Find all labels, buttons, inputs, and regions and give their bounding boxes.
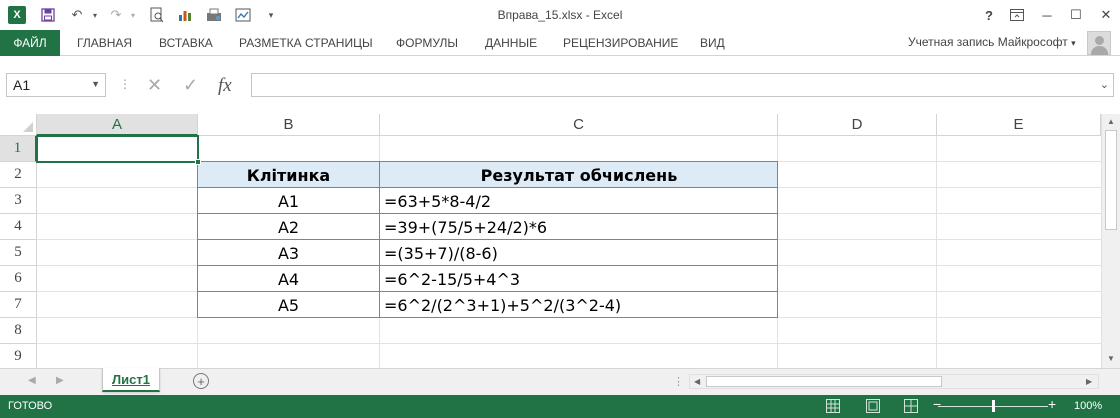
avatar[interactable] <box>1087 31 1111 55</box>
select-all-triangle-icon <box>23 122 33 132</box>
cell-c7[interactable]: =6^2/(2^3+1)+5^2/(3^2-4) <box>380 292 778 318</box>
zoom-level[interactable]: 100% <box>1074 400 1102 412</box>
scroll-up-icon[interactable]: ▲ <box>1107 117 1115 126</box>
tab-view[interactable]: ВИД <box>700 36 725 50</box>
cell-b2[interactable]: Клітинка <box>198 162 379 188</box>
cell-c2[interactable]: Результат обчислень <box>380 162 778 188</box>
tab-splitter-icon[interactable]: ⋮ <box>673 375 684 388</box>
expand-formula-bar-icon[interactable]: ⌄ <box>1100 78 1109 91</box>
sheet-nav-prev-icon[interactable]: ◀ <box>28 375 36 386</box>
active-cell-selection[interactable] <box>36 135 199 163</box>
maximize-icon[interactable]: ☐ <box>1064 4 1088 26</box>
title-bar: X ↶ ▾ ↷ ▾ ▾ Вправа_15.xlsx - Excel ? ─ ☐… <box>0 0 1120 30</box>
enter-icon[interactable]: ✓ <box>183 75 198 96</box>
tab-file[interactable]: ФАЙЛ <box>0 30 60 56</box>
formula-bar-splitter[interactable]: ⋮ <box>119 77 131 91</box>
add-sheet-icon[interactable]: + <box>193 373 209 389</box>
horizontal-scrollbar[interactable]: ◀ ▶ <box>689 374 1099 389</box>
formula-bar: A1 ▼ ⋮ ✕ ✓ fx ⌄ <box>0 56 1120 114</box>
horizontal-scroll-thumb[interactable] <box>706 376 942 387</box>
name-box[interactable]: A1 ▼ <box>6 73 106 97</box>
minimize-icon[interactable]: ─ <box>1035 4 1059 26</box>
row-header-5[interactable]: 5 <box>0 240 37 266</box>
tab-data[interactable]: ДАННЫЕ <box>485 36 537 50</box>
zoom-slider-thumb[interactable] <box>992 400 995 412</box>
vertical-scrollbar[interactable]: ▲ ▼ <box>1101 114 1120 368</box>
page-break-view-icon[interactable] <box>904 399 918 413</box>
row-header-4[interactable]: 4 <box>0 214 37 240</box>
insert-function-icon[interactable]: fx <box>218 75 232 97</box>
zoom-in-button[interactable]: + <box>1048 396 1056 412</box>
tab-home[interactable]: ГЛАВНАЯ <box>77 36 132 50</box>
fill-handle[interactable] <box>195 159 201 165</box>
cell-b5[interactable]: A3 <box>198 240 379 266</box>
cell-b7[interactable]: A5 <box>198 292 379 318</box>
zoom-out-button[interactable]: − <box>933 396 941 412</box>
cell-c4[interactable]: =39+(75/5+24/2)*6 <box>380 214 778 240</box>
cell-c5[interactable]: =(35+7)/(8-6) <box>380 240 778 266</box>
row-header-2[interactable]: 2 <box>0 162 37 188</box>
status-bar: ГОТОВО − + 100% <box>0 395 1120 418</box>
close-icon[interactable]: ✕ <box>1094 4 1118 26</box>
window-title: Вправа_15.xlsx - Excel <box>497 8 623 22</box>
cell-c6[interactable]: =6^2-15/5+4^3 <box>380 266 778 292</box>
ribbon-tabs: ФАЙЛ ГЛАВНАЯ ВСТАВКА РАЗМЕТКА СТРАНИЦЫ Ф… <box>0 30 1120 56</box>
sheet-nav-next-icon[interactable]: ▶ <box>56 375 64 386</box>
scroll-right-icon[interactable]: ▶ <box>1086 377 1092 386</box>
tab-formulas[interactable]: ФОРМУЛЫ <box>396 36 458 50</box>
scroll-down-icon[interactable]: ▼ <box>1107 354 1115 363</box>
status-ready: ГОТОВО <box>8 400 53 412</box>
name-box-value: A1 <box>13 77 31 93</box>
column-header-e[interactable]: E <box>937 114 1101 136</box>
select-all-button[interactable] <box>0 114 37 136</box>
cancel-icon[interactable]: ✕ <box>147 75 162 96</box>
cell-c3[interactable]: =63+5*8-4/2 <box>380 188 778 214</box>
ribbon-display-options-icon[interactable] <box>1005 4 1029 26</box>
row-header-7[interactable]: 7 <box>0 292 37 318</box>
sheet-tab-bar: ◀ ▶ Лист1 + ⋮ ◀ ▶ <box>0 368 1120 395</box>
name-box-dropdown-icon[interactable]: ▼ <box>91 79 100 89</box>
cell-b4[interactable]: A2 <box>198 214 379 240</box>
vertical-scroll-thumb[interactable] <box>1105 130 1117 230</box>
avatar-head-icon <box>1095 36 1104 45</box>
account-arrow-icon: ▾ <box>1071 38 1076 48</box>
scroll-left-icon[interactable]: ◀ <box>694 377 700 386</box>
column-header-c[interactable]: C <box>380 114 778 136</box>
sheet-tab-active[interactable]: Лист1 <box>102 368 160 392</box>
row-header-8[interactable]: 8 <box>0 318 37 344</box>
gridline <box>936 136 937 368</box>
cell-b3[interactable]: A1 <box>198 188 379 214</box>
help-icon[interactable]: ? <box>977 4 1001 26</box>
account-label: Учетная запись Майкрософт <box>908 35 1068 49</box>
page-layout-view-icon[interactable] <box>866 399 880 413</box>
row-header-6[interactable]: 6 <box>0 266 37 292</box>
account-menu[interactable]: Учетная запись Майкрософт ▾ <box>908 35 1076 49</box>
formula-input[interactable]: ⌄ <box>251 73 1114 97</box>
normal-view-icon[interactable] <box>826 399 840 413</box>
cell-b6[interactable]: A4 <box>198 266 379 292</box>
tab-insert[interactable]: ВСТАВКА <box>159 36 213 50</box>
worksheet-grid[interactable]: A B C D E 1 2 3 4 5 6 7 8 9 Клітинка Рез… <box>0 114 1120 368</box>
column-header-a[interactable]: A <box>37 114 198 136</box>
row-header-3[interactable]: 3 <box>0 188 37 214</box>
tab-page-layout[interactable]: РАЗМЕТКА СТРАНИЦЫ <box>239 36 373 50</box>
column-header-b[interactable]: B <box>198 114 380 136</box>
tab-review[interactable]: РЕЦЕНЗИРОВАНИЕ <box>563 36 678 50</box>
column-header-d[interactable]: D <box>778 114 937 136</box>
avatar-body-icon <box>1091 46 1108 55</box>
row-header-9[interactable]: 9 <box>0 344 37 368</box>
row-header-1[interactable]: 1 <box>0 136 37 162</box>
